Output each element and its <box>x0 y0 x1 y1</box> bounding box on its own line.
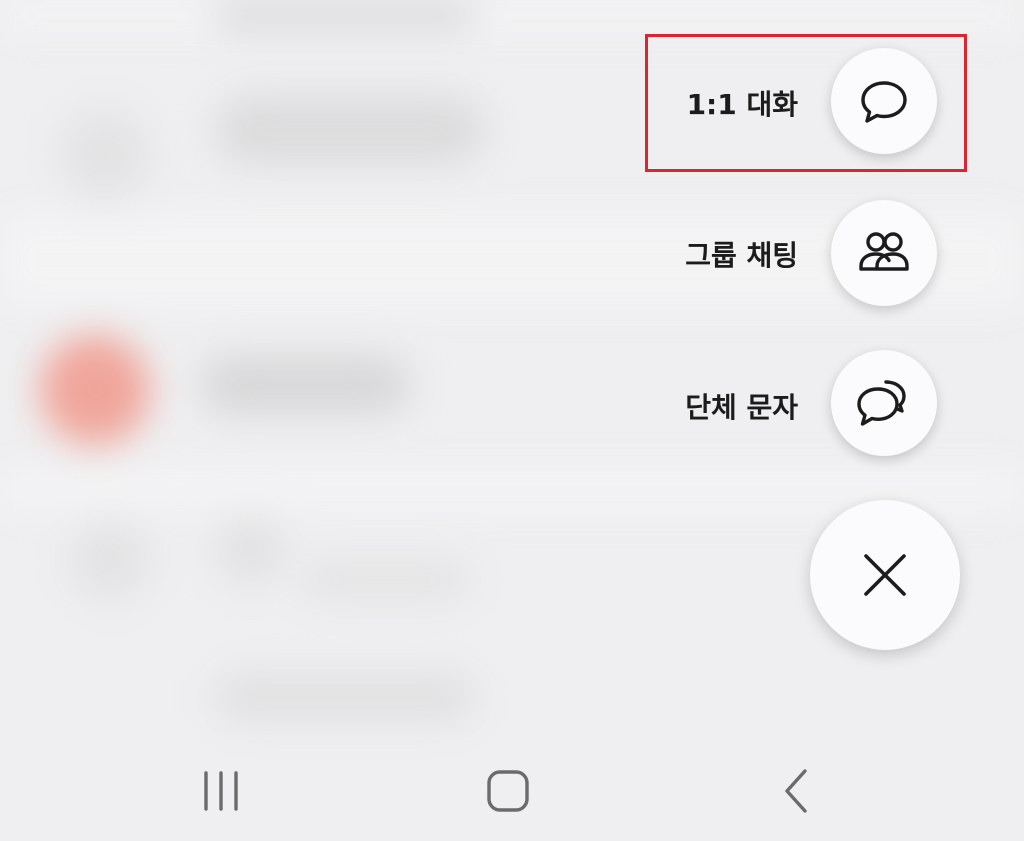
blurred-row <box>215 95 485 165</box>
back-icon <box>785 769 807 813</box>
close-icon <box>864 554 906 596</box>
recents-icon <box>204 771 238 811</box>
chat-list-screen: 1:1 대화 그룹 채팅 단체 문자 <box>0 0 1024 841</box>
home-button[interactable] <box>463 746 553 836</box>
blurred-row <box>300 560 470 600</box>
home-icon <box>487 770 529 812</box>
people-icon <box>859 232 909 271</box>
fab-label-group-message: 단체 문자 <box>685 391 798 424</box>
list-divider <box>0 0 1024 30</box>
blurred-avatar <box>40 335 150 445</box>
chat-bubbles-icon-button[interactable] <box>831 350 937 456</box>
system-navigation-bar <box>0 711 1024 841</box>
blurred-avatar <box>215 515 285 585</box>
blurred-row <box>200 355 410 415</box>
blurred-avatar <box>70 520 150 600</box>
blurred-row <box>215 0 475 30</box>
chat-bubbles-icon <box>857 380 906 426</box>
back-button[interactable] <box>750 746 840 836</box>
highlight-box <box>645 34 967 172</box>
close-fab-button[interactable] <box>810 500 960 650</box>
recents-button[interactable] <box>176 746 266 836</box>
people-icon-button[interactable] <box>831 200 937 306</box>
blurred-avatar <box>60 110 150 200</box>
fab-label-group-chat: 그룹 채팅 <box>685 239 798 272</box>
